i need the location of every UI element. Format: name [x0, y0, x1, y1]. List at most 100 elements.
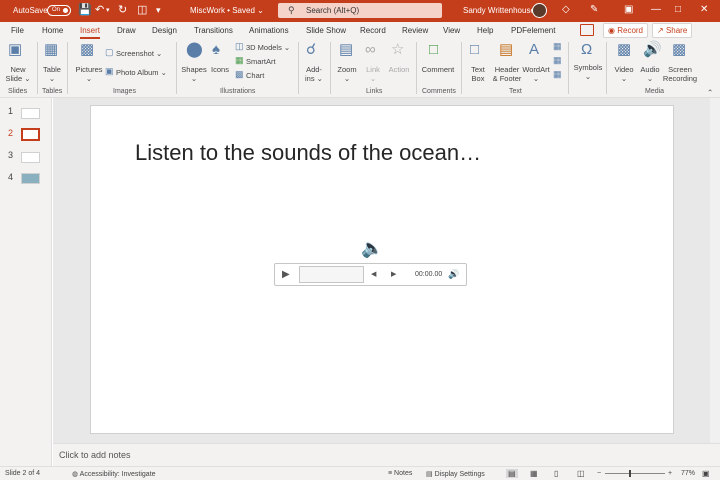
slideshow-icon[interactable]: ◫ [577, 469, 585, 478]
link-label: Link ⌄ [366, 65, 380, 83]
skip-forward-icon[interactable]: ▶ [391, 270, 396, 278]
screen-recording-icon: ▩ [672, 41, 687, 58]
shapes-label: Shapes ⌄ [181, 65, 207, 83]
autosave-toggle[interactable]: On [47, 5, 71, 16]
pen-icon[interactable]: ✎ [590, 4, 598, 15]
slide-number-icon[interactable]: ▦ [553, 56, 562, 65]
present-icon[interactable]: ◫ [137, 4, 147, 17]
document-title[interactable]: MiscWork • Saved ⌄ [190, 6, 264, 15]
3d-models-label: 3D Models ⌄ [246, 43, 291, 52]
restore-icon[interactable]: □ [675, 4, 681, 15]
pictures-icon: ▩ [80, 41, 95, 58]
tab-file[interactable]: File [11, 26, 24, 35]
tab-design[interactable]: Design [152, 26, 177, 35]
ribbon-tabs: File Home Insert Draw Design Transitions… [0, 22, 720, 39]
avatar[interactable] [532, 3, 547, 18]
accessibility-status[interactable]: ◍ Accessibility: Investigate [72, 470, 156, 478]
zoom-slider[interactable] [605, 470, 665, 477]
audio-progress-bar[interactable] [299, 266, 364, 283]
record-button[interactable]: ◉ Record [603, 23, 649, 38]
tab-draw[interactable]: Draw [117, 26, 136, 35]
tab-view[interactable]: View [443, 26, 460, 35]
smartart-label: SmartArt [246, 57, 276, 66]
notes-placeholder: Click to add notes [59, 450, 131, 460]
status-bar: Slide 2 of 4 ◍ Accessibility: Investigat… [0, 466, 720, 480]
action-label: Action [388, 65, 410, 74]
group-divider [568, 42, 569, 94]
undo-dropdown-icon[interactable]: ▾ [106, 4, 110, 17]
tab-help[interactable]: Help [477, 26, 493, 35]
notes-label: Notes [394, 470, 413, 477]
save-icon[interactable]: 💾 [78, 4, 92, 17]
object-icon[interactable]: ▦ [553, 70, 562, 79]
display-settings-button[interactable]: ▤ Display Settings [426, 470, 485, 478]
reading-view-icon[interactable]: ▯ [554, 469, 558, 478]
minimize-icon[interactable]: — [651, 4, 661, 15]
slide-thumbnail[interactable] [21, 108, 40, 119]
group-divider [176, 42, 177, 94]
tab-slide-show[interactable]: Slide Show [306, 26, 346, 35]
group-divider [298, 42, 299, 94]
comments-button[interactable] [580, 24, 594, 36]
group-media-label: Media [645, 88, 665, 95]
ribbon-display-icon[interactable]: ▣ [624, 4, 633, 15]
share-button[interactable]: ↗ Share [652, 23, 693, 38]
group-divider [67, 42, 68, 94]
screenshot-icon: ▢ [105, 47, 114, 57]
zoom-out-icon[interactable]: − [597, 470, 601, 477]
redo-icon[interactable]: ↻ [118, 4, 127, 17]
tab-record[interactable]: Record [360, 26, 386, 35]
user-name[interactable]: Sandy Writtenhouse [463, 6, 535, 15]
audio-speaker-icon[interactable]: 🔈 [361, 238, 383, 259]
accessibility-icon: ◍ [72, 471, 79, 478]
slide-thumbnail[interactable] [21, 152, 40, 163]
tab-pdfelement[interactable]: PDFelement [511, 26, 555, 35]
vertical-scrollbar[interactable] [710, 98, 720, 443]
search-box[interactable]: ⚲ Search (Alt+Q) [278, 3, 442, 18]
slide-number: 1 [8, 106, 14, 116]
slide-thumbnail-selected[interactable] [21, 128, 40, 141]
normal-view-icon[interactable]: ▤ [506, 469, 518, 478]
slide-sorter-icon[interactable]: ▦ [530, 469, 538, 478]
comment-icon: □ [429, 41, 439, 58]
video-icon: ▩ [617, 41, 632, 58]
audio-label: Audio ⌄ [640, 65, 660, 83]
tab-animations[interactable]: Animations [249, 26, 289, 35]
new-slide-icon: ▣ [8, 41, 23, 58]
screen-recording-label: Screen Recording [662, 65, 698, 83]
date-time-icon[interactable]: ▦ [553, 42, 562, 51]
group-links-label: Links [366, 88, 383, 95]
diamond-icon[interactable]: ◇ [562, 4, 570, 15]
icons-label: Icons [211, 65, 229, 74]
zoom-in-icon[interactable]: + [668, 470, 672, 477]
zoom-level[interactable]: 77% [681, 470, 695, 477]
group-images-label: Images [113, 88, 136, 95]
group-divider [606, 42, 607, 94]
play-icon[interactable]: ▶ [282, 269, 290, 280]
notes-pane[interactable]: Click to add notes [53, 443, 720, 466]
group-comments-label: Comments [422, 88, 456, 95]
undo-icon[interactable]: ↶ [95, 4, 104, 17]
action-icon: ☆ [391, 41, 405, 58]
pictures-label: Pictures ⌄ [75, 65, 103, 83]
close-icon[interactable]: ✕ [700, 4, 708, 15]
comment-label: Comment [421, 65, 455, 74]
slide-title[interactable]: Listen to the sounds of the ocean… [135, 140, 481, 166]
tab-transitions[interactable]: Transitions [194, 26, 233, 35]
search-placeholder: Search (Alt+Q) [306, 6, 360, 15]
volume-icon[interactable]: 🔊 [448, 269, 459, 280]
collapse-ribbon-icon[interactable]: ⌃ [707, 88, 713, 97]
slide-canvas[interactable]: Listen to the sounds of the ocean… 🔈 ▶ ◀… [90, 105, 674, 434]
customize-qat-icon[interactable]: ▾ [156, 4, 161, 17]
ribbon: ▣ New Slide ⌄ Slides ▦ Table ⌄ Tables ▩ … [0, 39, 720, 98]
skip-back-icon[interactable]: ◀ [371, 270, 376, 278]
tab-home[interactable]: Home [42, 26, 63, 35]
notes-button[interactable]: ≡ Notes [388, 470, 412, 477]
tab-review[interactable]: Review [402, 26, 428, 35]
slide-thumbnail[interactable] [21, 173, 40, 184]
tab-insert[interactable]: Insert [80, 26, 101, 39]
fit-to-window-icon[interactable]: ▣ [702, 469, 710, 478]
zoom-icon: ▤ [339, 41, 354, 58]
table-icon: ▦ [44, 41, 59, 58]
chart-label: Chart [246, 71, 265, 80]
